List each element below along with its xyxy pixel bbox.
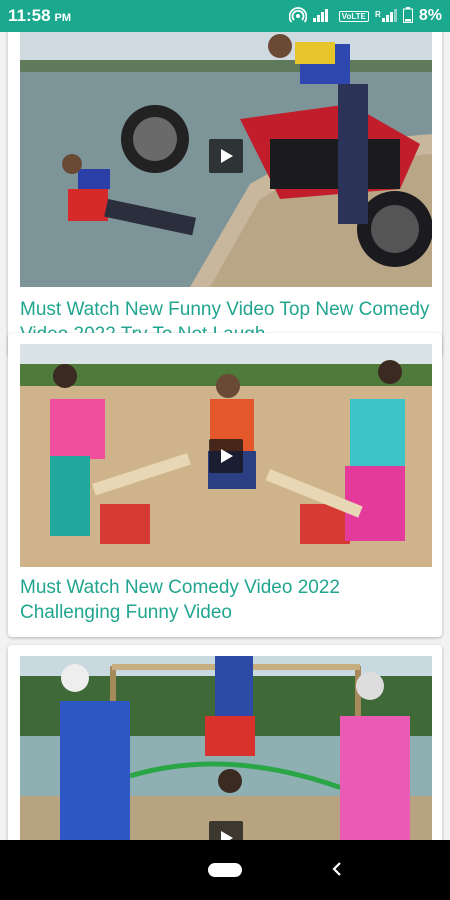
battery-percent: 8%	[418, 7, 442, 24]
video-feed[interactable]: Must Watch New Funny Video Top New Comed…	[0, 32, 450, 840]
play-icon	[221, 831, 233, 840]
play-button[interactable]	[209, 138, 243, 173]
back-icon	[332, 862, 341, 876]
video-card[interactable]: Must Watch New Funny Video Top New Comed…	[8, 32, 442, 357]
video-thumbnail[interactable]	[20, 344, 432, 567]
video-card[interactable]	[8, 645, 442, 840]
status-bar: 11:58 PM VoLTE R 8%	[0, 0, 450, 32]
signal-icon	[312, 8, 333, 25]
play-button[interactable]	[209, 438, 243, 473]
network-label: VoLTE	[338, 10, 369, 22]
status-time-group: 11:58 PM	[8, 6, 71, 26]
status-time: 11:58	[8, 6, 51, 25]
play-icon	[221, 148, 233, 163]
video-card[interactable]: Must Watch New Comedy Video 2022 Challen…	[8, 333, 442, 637]
svg-text:R: R	[375, 10, 381, 19]
status-ampm: PM	[54, 12, 72, 24]
video-thumbnail[interactable]	[20, 656, 432, 840]
signal-icon-secondary: R	[375, 8, 397, 25]
hotspot-icon	[288, 6, 308, 26]
battery-icon	[402, 6, 413, 26]
play-icon	[221, 448, 233, 463]
home-button[interactable]	[208, 863, 242, 877]
video-title[interactable]: Must Watch New Comedy Video 2022 Challen…	[20, 575, 432, 625]
play-button[interactable]	[209, 821, 243, 840]
video-thumbnail[interactable]	[20, 32, 432, 287]
back-button[interactable]	[330, 860, 344, 883]
status-icons: VoLTE R 8%	[288, 6, 442, 26]
navigation-bar	[0, 840, 450, 900]
